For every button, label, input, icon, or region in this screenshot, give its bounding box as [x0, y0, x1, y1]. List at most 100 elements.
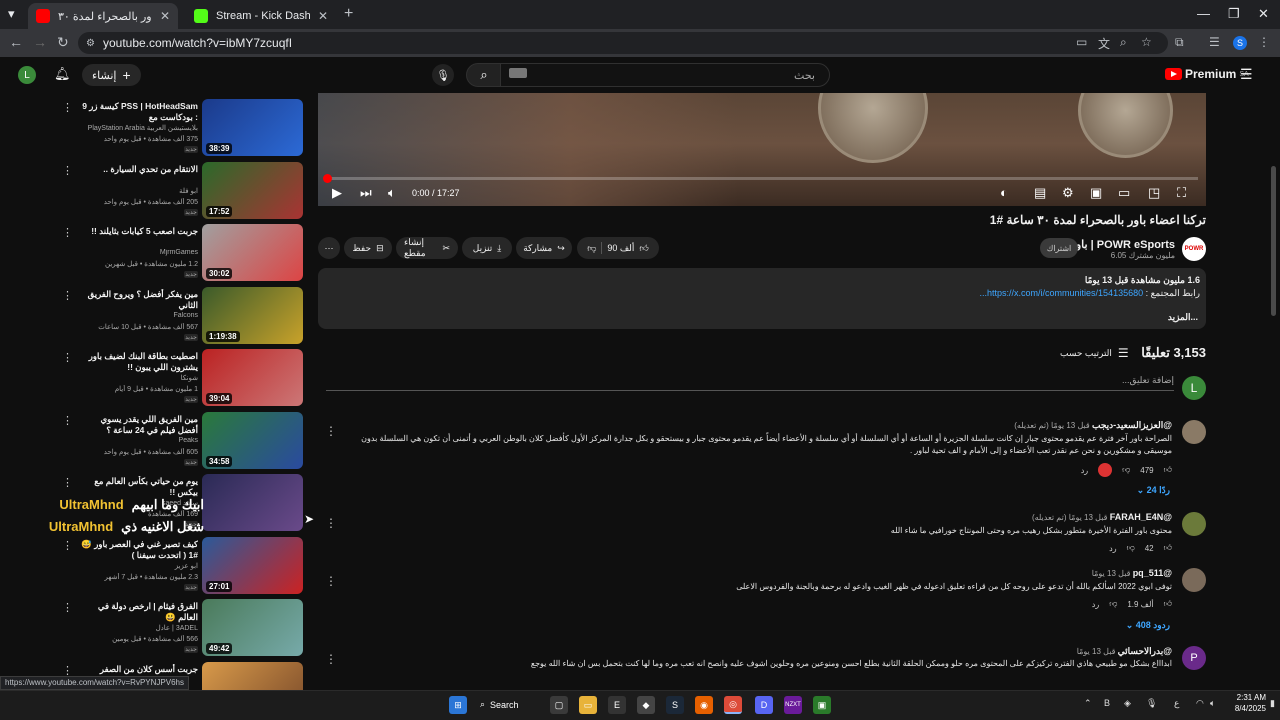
recommendation-menu-icon[interactable]: ⋮ — [62, 226, 73, 239]
comment-author-avatar[interactable] — [1182, 420, 1206, 444]
recommendation-thumbnail[interactable] — [202, 474, 303, 531]
dislike-icon[interactable]: 👎︎ — [587, 243, 596, 254]
recommendation-title[interactable]: كيف تصير غني في العصر باور 😅 #1 ( اتحدت … — [78, 539, 198, 561]
close-window-icon[interactable]: ✕ — [1258, 6, 1269, 22]
recommendation-channel[interactable]: 3ADEL | عادل — [78, 624, 198, 632]
youtube-premium-logo[interactable]: Premium SA — [1165, 67, 1249, 81]
translate-icon[interactable]: 文 — [1098, 35, 1110, 52]
app-icon[interactable]: E — [608, 696, 626, 714]
theater-mode-icon[interactable]: ▭ — [1118, 185, 1130, 201]
steam-icon[interactable]: S — [666, 696, 684, 714]
more-actions-button[interactable]: ⋯ — [318, 237, 340, 259]
search-input[interactable]: بحث — [500, 63, 830, 87]
recommendation-card[interactable]: 38:39 PSS | HotHeadSam كيسة زر 9 : بودكاس… — [60, 99, 305, 157]
channel-avatar[interactable]: POWR — [1182, 237, 1206, 261]
comment-menu-icon[interactable]: ⋮ — [325, 516, 337, 530]
reply-icon[interactable]: رد — [1109, 544, 1116, 553]
recommendation-channel[interactable]: MjrmGames — [78, 249, 198, 256]
like-count[interactable]: 90 ألف — [607, 243, 634, 254]
recommendation-card[interactable]: 30:02 جربت اصعب 5 كيابات بثايلند !! MjrmGa… — [60, 224, 305, 282]
page-scrollbar[interactable] — [1271, 166, 1276, 316]
recommendation-card[interactable]: 27:01 كيف تصير غني في العصر باور 😅 #1 ( ا… — [60, 536, 305, 595]
recommendation-title[interactable]: مين الفريق اللي يقدر يسوي أفضل فيلم في 2… — [78, 414, 198, 436]
tray-app-icon[interactable]: B — [1104, 698, 1110, 708]
guide-menu-icon[interactable]: ☰ — [1240, 66, 1253, 83]
save-button[interactable]: حفظ ⊟ — [344, 237, 392, 259]
app-icon[interactable]: ▣ — [813, 696, 831, 714]
share-button[interactable]: مشاركة ↪ — [516, 237, 572, 259]
subtitles-icon[interactable]: ▤ — [1034, 185, 1046, 201]
comment-author-avatar[interactable]: P — [1182, 646, 1206, 670]
recommendation-card[interactable]: 1:19:38 مين يفكر أفضل ؟ ويروح الفريق الثا… — [60, 286, 305, 345]
tray-overflow-icon[interactable]: ⌃ — [1084, 698, 1092, 709]
recommendation-title[interactable]: الانتقام من تحدي السيارة .. — [78, 164, 198, 175]
dislike-icon[interactable]: 👎︎ — [1122, 465, 1130, 475]
view-replies-button[interactable]: ⌄ 408 ردود — [1100, 620, 1170, 631]
recommendation-menu-icon[interactable]: ⋮ — [62, 476, 73, 489]
keyboard-icon[interactable] — [509, 68, 527, 78]
reload-icon[interactable]: ↻ — [57, 34, 69, 51]
dislike-icon[interactable]: 👎︎ — [1109, 599, 1117, 609]
comment-author[interactable]: @العزيزالسعيد-ديجب — [1092, 420, 1172, 430]
site-info-icon[interactable]: ⚙ — [86, 38, 95, 49]
recommendation-menu-icon[interactable]: ⋮ — [62, 664, 73, 677]
comment-author-avatar[interactable] — [1182, 568, 1206, 592]
recommendation-channel[interactable]: ابو عزيز — [78, 562, 198, 570]
windows-start-icon[interactable]: ⊞ — [449, 696, 467, 714]
reading-list-icon[interactable]: ☰ — [1209, 35, 1220, 49]
settings-gear-icon[interactable]: ⚙ — [1062, 185, 1074, 201]
subscribe-button[interactable]: اشتراك — [1040, 238, 1078, 258]
app-icon[interactable]: ◆ — [637, 696, 655, 714]
volume-icon[interactable]: 🔈︎ — [388, 185, 396, 201]
recommendation-title[interactable]: مين يفكر أفضل ؟ ويروح الفريق الثاني — [78, 289, 198, 311]
download-button[interactable]: تنزيل ⤓ — [462, 237, 512, 259]
comment-author[interactable]: @pq_511 — [1133, 568, 1172, 578]
cast-icon[interactable]: ◳ — [1148, 185, 1160, 201]
search-button[interactable]: ⌕ — [466, 63, 502, 87]
notifications-icon[interactable]: ▮ — [1270, 698, 1275, 709]
like-icon[interactable]: 👍︎ — [1164, 465, 1172, 475]
like-icon[interactable]: 👍︎ — [639, 243, 648, 254]
next-video-icon[interactable]: ⏭ — [360, 185, 372, 201]
firefox-icon[interactable]: ◉ — [695, 696, 713, 714]
microphone-icon[interactable]: 🎙︎ — [1146, 698, 1157, 709]
recommendation-menu-icon[interactable]: ⋮ — [62, 351, 73, 364]
recommendation-title[interactable]: جربت أسس كلان من الصفر — [78, 664, 198, 675]
recommendation-card[interactable]: 34:58 مين الفريق اللي يقدر يسوي أفضل فيلم… — [60, 411, 305, 470]
tab-kick[interactable]: Stream - Kick Dashboard ✕ — [186, 3, 336, 29]
discord-icon[interactable]: D — [755, 696, 773, 714]
recommendation-channel[interactable]: شونكا — [78, 374, 198, 382]
tab-youtube[interactable]: تركنا اعضاء باور بالصحراء لمدة ٣٠ ✕ — [28, 3, 178, 29]
chrome-icon[interactable]: ◎ — [724, 696, 742, 714]
play-icon[interactable]: ▶ — [332, 185, 342, 201]
reply-icon[interactable]: رد — [1081, 466, 1088, 475]
description-more-button[interactable]: ...المزيد — [1100, 312, 1198, 323]
view-replies-button[interactable]: ⌄ 24 ردًا — [1100, 485, 1170, 496]
recommendation-channel[interactable]: Peaks — [78, 437, 198, 444]
user-avatar[interactable]: L — [18, 66, 36, 84]
close-tab-icon[interactable]: ✕ — [160, 9, 170, 23]
fullscreen-icon[interactable]: ⛶ — [1177, 185, 1186, 201]
recommendation-menu-icon[interactable]: ⋮ — [62, 101, 73, 114]
new-tab-icon[interactable]: + — [344, 5, 353, 23]
recommendation-menu-icon[interactable]: ⋮ — [62, 601, 73, 614]
file-explorer-icon[interactable]: ▭ — [579, 696, 597, 714]
extensions-icon[interactable]: ⧉ — [1175, 35, 1184, 50]
create-button[interactable]: إنشاء + — [82, 64, 141, 86]
video-progress-bar[interactable] — [323, 174, 1198, 183]
like-icon[interactable]: 👍︎ — [1164, 599, 1172, 609]
community-link[interactable]: https://x.com/i/communities/154135680... — [980, 288, 1144, 298]
comment-menu-icon[interactable]: ⋮ — [325, 424, 337, 438]
recommendation-menu-icon[interactable]: ⋮ — [62, 289, 73, 302]
dislike-icon[interactable]: 👎︎ — [1127, 543, 1135, 553]
recommendation-menu-icon[interactable]: ⋮ — [62, 539, 73, 552]
recommendation-title[interactable]: الفرق فيثام | ارخص دولة في العالم 😃 — [78, 601, 198, 623]
task-view-icon[interactable]: ▢ — [550, 696, 568, 714]
restore-icon[interactable]: ❐ — [1228, 6, 1240, 22]
recommendation-channel[interactable]: Falcons — [78, 312, 198, 319]
recommendation-title[interactable]: جربت اصعب 5 كيابات بثايلند !! — [78, 226, 198, 237]
wifi-icon[interactable]: ◠ — [1196, 698, 1204, 709]
recommendation-channel[interactable]: بلايستيشن العربية PlayStation Arabia — [78, 124, 198, 132]
nzxt-icon[interactable]: NZXT — [784, 696, 802, 714]
clip-button[interactable]: إنشاء مقطع ✂ — [396, 237, 458, 259]
